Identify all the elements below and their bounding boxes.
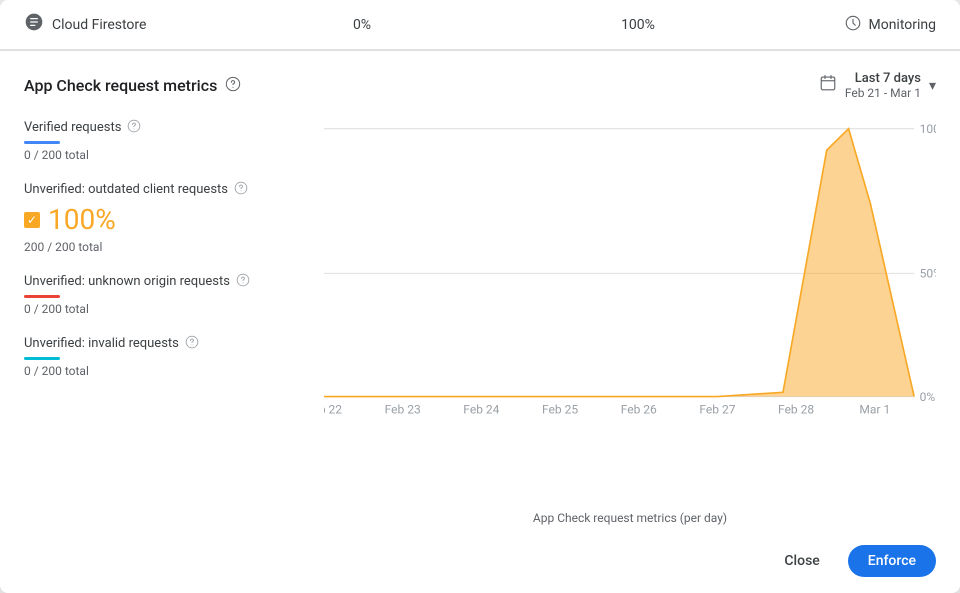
metric-invalid: Unverified: invalid requests 0 / 200 tot… <box>24 334 308 378</box>
chart-area-fill <box>324 129 914 397</box>
monitoring-label: Monitoring <box>868 17 936 33</box>
verified-help-icon[interactable] <box>127 118 141 137</box>
metrics-title-row: App Check request metrics <box>24 76 241 96</box>
date-range-sub: Feb 21 - Mar 1 <box>845 86 921 100</box>
enforce-button[interactable]: Enforce <box>848 545 936 577</box>
metric-verified-label-row: Verified requests <box>24 118 308 137</box>
chart-svg: 100% 50% 0% Feb 22 Feb 23 Feb 24 Feb 25 … <box>324 118 936 418</box>
svg-text:Feb 22: Feb 22 <box>324 403 342 417</box>
left-panel: Verified requests 0 / 200 total <box>24 118 324 529</box>
svg-text:100%: 100% <box>920 122 936 136</box>
metric-unknown-label-row: Unverified: unknown origin requests <box>24 272 308 291</box>
pct-0: 0% <box>224 17 500 33</box>
pct-100: 100% <box>500 17 776 33</box>
big-pct-text: 100% <box>48 203 116 236</box>
metric-outdated-label-row: Unverified: outdated client requests <box>24 180 308 199</box>
svg-text:Feb 26: Feb 26 <box>621 403 657 417</box>
invalid-value: 0 / 200 total <box>24 364 308 378</box>
metrics-title: App Check request metrics <box>24 76 217 95</box>
metric-unknown-label: Unverified: unknown origin requests <box>24 274 230 289</box>
unknown-help-icon[interactable] <box>236 272 250 291</box>
metric-invalid-label-row: Unverified: invalid requests <box>24 334 308 353</box>
chart-x-label: App Check request metrics (per day) <box>324 511 936 529</box>
chart-area: 100% 50% 0% Feb 22 Feb 23 Feb 24 Feb 25 … <box>324 118 936 507</box>
dialog: Cloud Firestore 0% 100% Monitoring App C… <box>0 0 960 593</box>
verified-value: 0 / 200 total <box>24 148 308 162</box>
invalid-help-icon[interactable] <box>185 334 199 353</box>
service-name: Cloud Firestore <box>52 17 146 33</box>
top-bar: Cloud Firestore 0% 100% Monitoring <box>0 0 960 50</box>
unknown-line <box>24 295 60 298</box>
main-content: App Check request metrics <box>0 51 960 529</box>
metrics-body: Verified requests 0 / 200 total <box>24 118 936 529</box>
svg-text:Feb 24: Feb 24 <box>463 403 499 417</box>
service-section: Cloud Firestore <box>24 12 224 37</box>
calendar-icon <box>819 74 837 97</box>
outdated-help-icon[interactable] <box>234 180 248 199</box>
svg-text:0%: 0% <box>920 390 936 404</box>
date-range-picker[interactable]: Last 7 days Feb 21 - Mar 1 ▾ <box>819 71 936 100</box>
svg-text:Feb 25: Feb 25 <box>542 403 578 417</box>
metric-outdated: Unverified: outdated client requests ✓ <box>24 180 308 254</box>
date-range-label: Last 7 days <box>855 71 921 86</box>
chart-panel: 100% 50% 0% Feb 22 Feb 23 Feb 24 Feb 25 … <box>324 118 936 529</box>
monitoring-icon <box>844 14 862 36</box>
verified-line <box>24 141 60 144</box>
metric-unknown: Unverified: unknown origin requests 0 / … <box>24 272 308 316</box>
svg-text:50%: 50% <box>920 267 936 281</box>
close-button[interactable]: Close <box>768 545 835 577</box>
metrics-header: App Check request metrics <box>24 71 936 100</box>
metric-verified: Verified requests 0 / 200 total <box>24 118 308 162</box>
monitoring-section: Monitoring <box>776 14 936 36</box>
firestore-icon <box>24 12 44 37</box>
orange-checkbox: ✓ <box>24 212 40 228</box>
invalid-line <box>24 357 60 360</box>
footer: Close Enforce <box>0 529 960 593</box>
outdated-value: 200 / 200 total <box>24 240 308 254</box>
svg-text:Mar 1: Mar 1 <box>859 403 890 417</box>
help-icon[interactable] <box>225 76 241 96</box>
chevron-down-icon: ▾ <box>929 78 936 94</box>
metric-verified-label: Verified requests <box>24 120 121 135</box>
metric-outdated-label: Unverified: outdated client requests <box>24 182 228 197</box>
svg-text:Feb 27: Feb 27 <box>699 403 735 417</box>
big-pct-row: ✓ 100% <box>24 203 308 236</box>
metric-invalid-label: Unverified: invalid requests <box>24 336 179 351</box>
unknown-value: 0 / 200 total <box>24 302 308 316</box>
svg-text:Feb 28: Feb 28 <box>778 403 814 417</box>
svg-text:Feb 23: Feb 23 <box>385 403 421 417</box>
date-range-text: Last 7 days Feb 21 - Mar 1 <box>845 71 921 100</box>
